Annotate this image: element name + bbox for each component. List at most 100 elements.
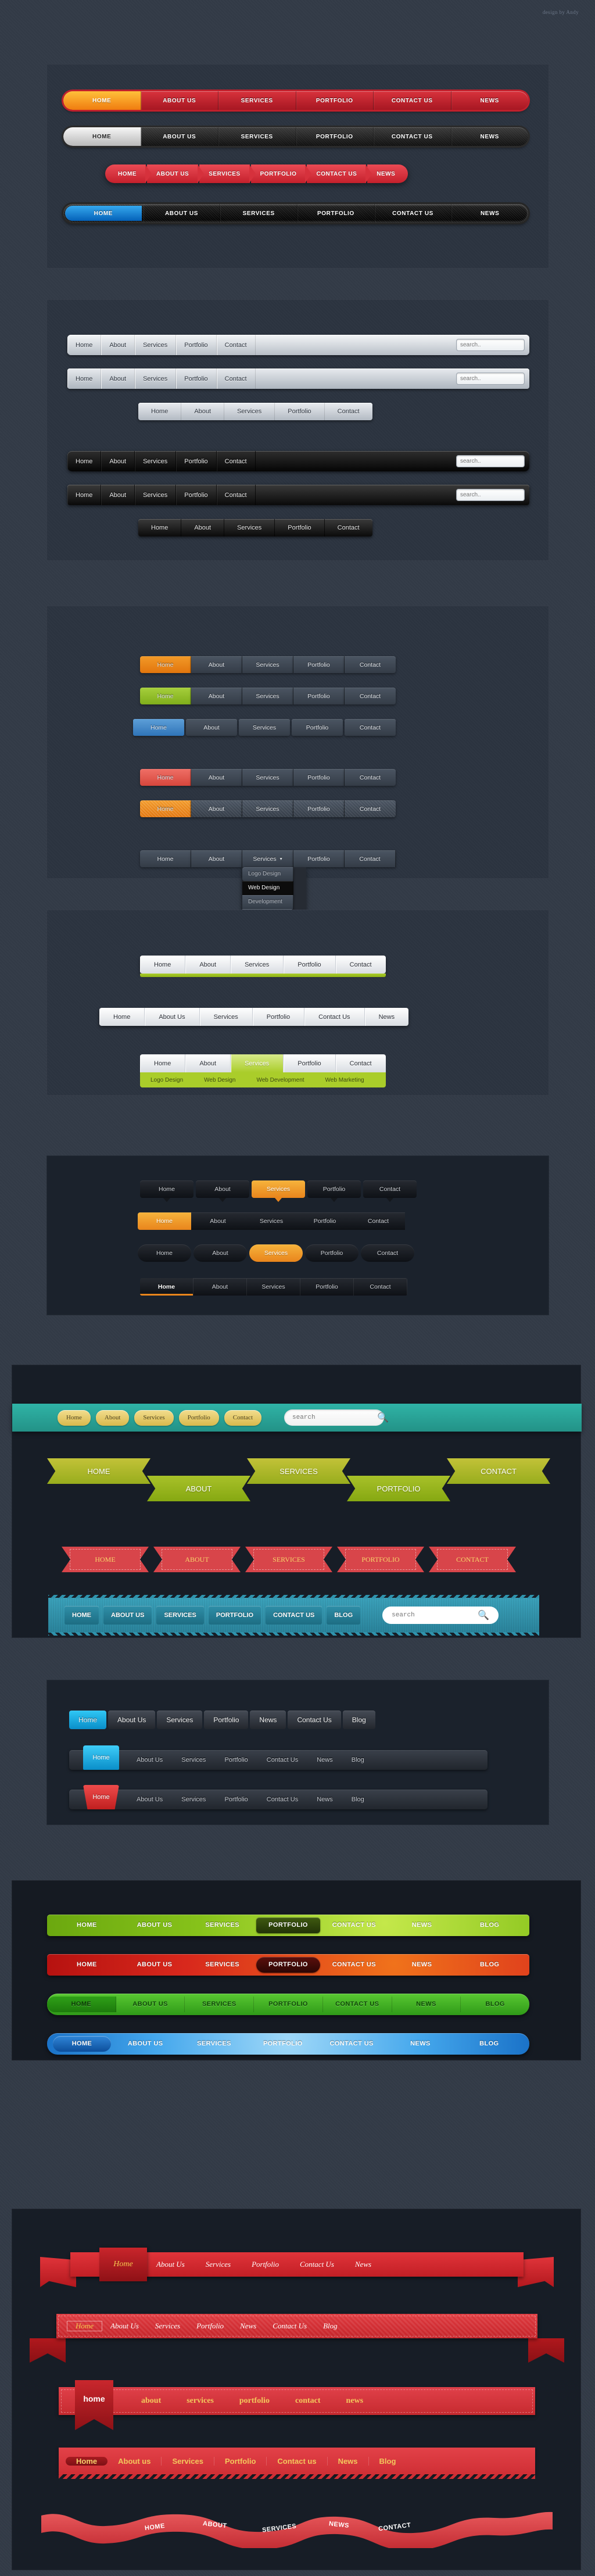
nav-item-news[interactable]: News xyxy=(307,1756,342,1763)
nav-item-home[interactable]: Home xyxy=(140,850,191,867)
nav-item-blog[interactable]: Blog xyxy=(369,2457,407,2466)
nav-item-contact-us[interactable]: CONTACT US xyxy=(320,1957,388,1973)
nav-item-contact[interactable]: Contact xyxy=(325,519,372,536)
nav-item-news[interactable]: NEWS xyxy=(451,91,529,110)
nav-item-contact-us[interactable]: Contact Us xyxy=(304,1008,365,1026)
nav-item-portfolio[interactable]: Portfolio xyxy=(292,719,343,736)
nav-item-home[interactable]: HOME xyxy=(53,1957,121,1973)
nav-item-portfolio[interactable]: Portfolio xyxy=(293,656,345,673)
nav-item-contact[interactable]: Contact xyxy=(335,956,386,974)
nav-item-about[interactable]: ABOUT xyxy=(153,1547,241,1572)
nav-item-contact[interactable]: Contact xyxy=(345,719,396,736)
nav-item-services[interactable]: Services xyxy=(195,2260,241,2269)
nav-item-about[interactable]: About xyxy=(191,1212,245,1230)
nav-item-home[interactable]: HOME xyxy=(47,1458,150,1484)
nav-item-portfolio[interactable]: PORTFOLIO xyxy=(298,204,375,223)
nav-item-blog[interactable]: BLOG xyxy=(456,1957,524,1973)
nav-item-portfolio[interactable]: PORTFOLIO xyxy=(296,127,374,146)
nav-item-home[interactable]: Home xyxy=(138,1212,191,1230)
nav-item-contact[interactable]: CONTACT xyxy=(429,1547,516,1572)
nav-item-portfolio[interactable]: PORTFOLIO xyxy=(256,1957,321,1973)
nav-item-services[interactable]: SERVICES xyxy=(218,91,296,110)
nav-item-portfolio[interactable]: Portfolio xyxy=(176,485,217,505)
nav-item-contact[interactable]: Contact xyxy=(224,1409,261,1426)
nav-item-home[interactable]: Home xyxy=(140,1278,193,1296)
nav-item-about-us[interactable]: About Us xyxy=(145,1008,200,1026)
nav-item-services[interactable]: SERVICES xyxy=(218,127,296,146)
nav-item-home[interactable]: HOME xyxy=(53,1917,121,1933)
nav-item-blog[interactable]: Blog xyxy=(315,2321,346,2331)
nav-item-portfolio[interactable]: Portfolio xyxy=(178,1409,219,1426)
nav-item-about[interactable]: ABOUT US xyxy=(141,127,218,146)
nav-item-home[interactable]: Home xyxy=(138,519,182,536)
search-input[interactable] xyxy=(292,1414,377,1421)
nav-item-home[interactable]: HOME xyxy=(47,1997,116,2012)
search-input[interactable] xyxy=(460,375,529,382)
nav-item-about-us[interactable]: ABOUT US xyxy=(111,2036,180,2052)
nav-item-home-knot[interactable]: Home xyxy=(99,2248,147,2281)
nav-item-home[interactable]: Home xyxy=(133,719,184,736)
nav-item-portfolio[interactable]: Portfolio xyxy=(176,451,217,471)
nav-item-services[interactable]: Services xyxy=(135,485,177,505)
nav-item-news[interactable]: News xyxy=(250,1711,286,1729)
nav-item-contact[interactable]: CONTACT US xyxy=(307,164,372,183)
nav-item-about[interactable]: About xyxy=(191,688,242,704)
nav-item-services[interactable]: Services ▾ xyxy=(242,850,293,867)
nav-item-services[interactable]: Services xyxy=(135,335,177,355)
nav-item-contact-us[interactable]: Contact Us xyxy=(257,1756,307,1763)
nav-item-home-chip[interactable]: Home xyxy=(83,1785,119,1809)
nav-item-news[interactable]: news xyxy=(334,2396,377,2406)
nav-item-portfolio[interactable]: Portfolio xyxy=(307,1180,361,1202)
nav-item-about-us[interactable]: ABOUT US xyxy=(121,1917,189,1933)
nav-item-contact-us[interactable]: Contact Us xyxy=(289,2260,345,2269)
nav-item-home[interactable]: Home xyxy=(140,769,191,786)
nav-item-portfolio[interactable]: Portfolio xyxy=(215,1796,257,1803)
nav-item-home[interactable]: HOME xyxy=(63,91,141,110)
nav-item-home[interactable]: Home xyxy=(140,1180,193,1202)
nav-item-portfolio[interactable]: Portfolio xyxy=(275,403,325,420)
nav-item-portfolio[interactable]: Portfolio xyxy=(293,850,345,867)
nav-item-portfolio[interactable]: Portfolio xyxy=(284,956,336,974)
nav-item-home[interactable]: HOME xyxy=(63,127,141,146)
nav-item-contact-us[interactable]: CONTACT US xyxy=(320,1917,388,1933)
nav-item-portfolio[interactable]: Portfolio xyxy=(176,368,217,389)
nav-item-about-us[interactable]: ABOUT US xyxy=(103,1606,152,1625)
nav-item-contact[interactable]: Contact xyxy=(345,688,396,704)
nav-item-about[interactable]: About xyxy=(101,368,135,389)
nav-item-about[interactable]: about xyxy=(128,2396,174,2406)
nav-item-services[interactable]: Services xyxy=(134,1409,174,1426)
nav-item-contact[interactable]: CONTACT xyxy=(447,1458,550,1484)
nav-item-portfolio[interactable]: Portfolio xyxy=(214,2456,267,2466)
submenu-item-web-marketing[interactable]: Web Marketing xyxy=(315,1072,375,1087)
nav-item-news[interactable]: NEWS xyxy=(392,1997,461,2012)
nav-item-blog[interactable]: BLOG xyxy=(455,2036,524,2052)
submenu-item-web-design[interactable]: Web Design xyxy=(193,1072,246,1087)
nav-item-portfolio[interactable]: Portfolio xyxy=(298,1212,352,1230)
nav-item-about[interactable]: About xyxy=(181,403,225,420)
nav-item-news[interactable]: News xyxy=(328,2456,369,2466)
nav-item-about[interactable]: About xyxy=(193,1244,247,1262)
nav-item-services[interactable]: Services xyxy=(224,519,275,536)
nav-item-blog[interactable]: BLOG xyxy=(461,1997,529,2012)
nav-item-services[interactable]: services xyxy=(174,2396,227,2406)
nav-item-portfolio[interactable]: PORTFOLIO xyxy=(249,2036,317,2052)
nav-item-contact[interactable]: Contact xyxy=(217,368,256,389)
nav-item-contact-us[interactable]: CONTACT US xyxy=(323,1997,392,2012)
nav-item-about[interactable]: About xyxy=(101,485,135,505)
nav-item-news[interactable]: NEWS xyxy=(367,164,408,183)
dropdown-item-web-design[interactable]: Web Design xyxy=(242,881,293,895)
nav-item-services[interactable]: SERVICES xyxy=(180,2036,248,2052)
nav-item-news[interactable]: NEWS xyxy=(388,1917,456,1933)
nav-item-blog[interactable]: Blog xyxy=(342,1711,375,1729)
nav-item-contact[interactable]: CONTACT US xyxy=(375,204,452,223)
nav-item-contact[interactable]: Contact xyxy=(345,800,396,817)
nav-item-about[interactable]: About xyxy=(181,519,225,536)
nav-item-about[interactable]: ABOUT US xyxy=(144,204,221,223)
search-box[interactable]: 🔍 xyxy=(456,373,529,385)
nav-item-services[interactable]: Services xyxy=(231,956,284,974)
nav-item-services[interactable]: SERVICES xyxy=(156,1606,204,1625)
nav-item-portfolio[interactable]: Portfolio xyxy=(293,800,345,817)
nav-item-home[interactable]: Home xyxy=(58,1409,91,1426)
nav-item-services[interactable]: SERVICES xyxy=(185,1997,255,2012)
nav-item-contact[interactable]: Contact xyxy=(217,451,256,471)
